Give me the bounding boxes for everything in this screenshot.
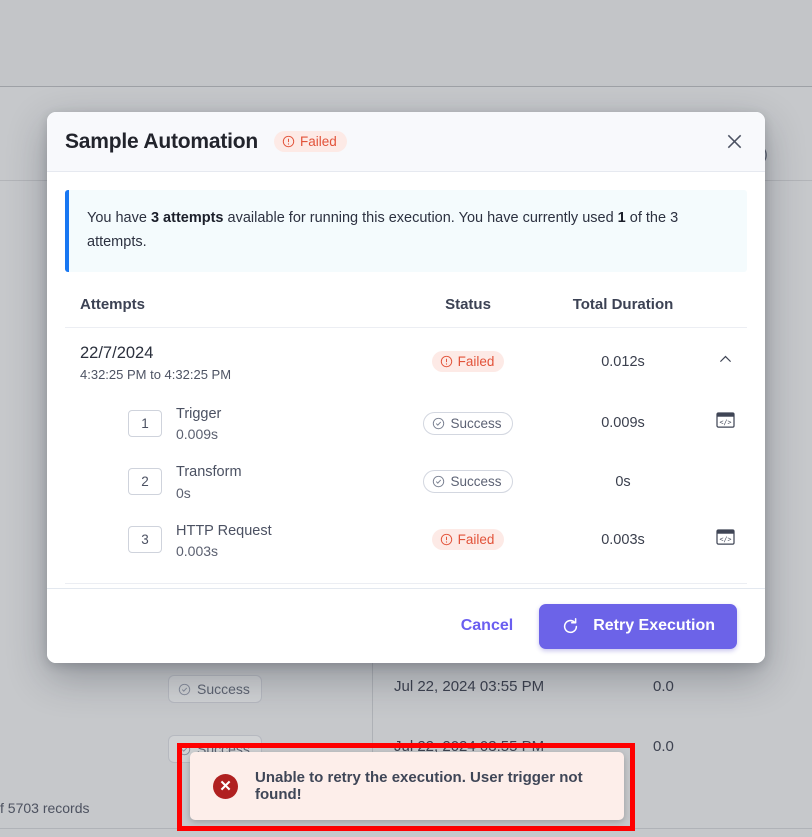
status-badge: Failed xyxy=(431,528,505,550)
attempt-date: 22/7/2024 xyxy=(80,343,154,362)
alert-circle-icon xyxy=(440,533,452,546)
attempt-info: 22/7/2024 4:32:25 PM to 4:32:25 PM xyxy=(80,342,393,382)
step-duration: 0s xyxy=(615,473,631,490)
info-banner: You have 3 attempts available for runnin… xyxy=(65,190,747,272)
step-name: Trigger xyxy=(176,406,222,423)
background-record-count: f 5703 records xyxy=(0,800,90,816)
status-badge-label: Failed xyxy=(300,134,337,149)
background-value: 0.0 xyxy=(653,678,674,695)
step-number: 2 xyxy=(128,468,162,496)
body-divider xyxy=(65,583,747,584)
step-text: HTTP Request 0.003s xyxy=(176,521,272,559)
attempt-expand-toggle[interactable] xyxy=(703,351,747,373)
step-text: Trigger 0.009s xyxy=(176,404,221,442)
status-badge-label: Success xyxy=(450,474,502,490)
retry-execution-button[interactable]: Retry Execution xyxy=(539,603,737,649)
error-circle-icon: ✕ xyxy=(213,773,238,799)
step-action-cell[interactable]: </> xyxy=(703,412,747,434)
attempt-row[interactable]: 22/7/2024 4:32:25 PM to 4:32:25 PM Faile… xyxy=(65,328,747,394)
step-number: 3 xyxy=(128,526,162,554)
step-name: Transform xyxy=(176,464,242,481)
modal-footer: Cancel Retry Execution xyxy=(47,588,765,663)
step-inline-duration: 0.009s xyxy=(176,426,219,443)
code-window-icon: </> xyxy=(715,412,735,428)
code-window-icon: </> xyxy=(715,529,735,545)
background-date: Jul 22, 2024 03:55 PM xyxy=(394,678,545,695)
status-badge-label: Failed xyxy=(457,531,495,547)
modal-header: Sample Automation Failed xyxy=(47,112,765,172)
code-icon[interactable]: </> xyxy=(715,412,735,429)
step-action-cell[interactable]: </> xyxy=(703,529,747,551)
step-inline-duration: 0.003s xyxy=(176,543,219,559)
error-toast: ✕ Unable to retry the execution. User tr… xyxy=(190,752,624,820)
status-badge: Failed xyxy=(431,350,505,372)
modal-body: You have 3 attempts available for runnin… xyxy=(47,172,765,588)
background-value: 0.0 xyxy=(653,738,674,755)
background-top-band xyxy=(0,0,812,86)
check-circle-icon xyxy=(433,475,445,488)
step-row[interactable]: 1 Trigger 0.009s Success 0.009s </> xyxy=(65,394,747,452)
background-divider-top xyxy=(0,86,812,87)
alert-circle-icon xyxy=(282,135,295,148)
background-table-row: Success Jul 22, 2024 03:55 PM 0.0 xyxy=(0,655,812,715)
code-icon[interactable]: </> xyxy=(715,529,735,546)
retry-execution-label: Retry Execution xyxy=(593,617,715,634)
info-banner-prefix: You have xyxy=(87,210,151,226)
step-number: 1 xyxy=(128,409,162,437)
chevron-up-icon xyxy=(719,355,731,363)
background-status-label: Success xyxy=(197,681,250,697)
step-status-cell: Success xyxy=(393,470,543,494)
step-info: 1 Trigger 0.009s xyxy=(80,404,393,442)
attempt-status-cell: Failed xyxy=(393,350,543,373)
svg-text:</>: </> xyxy=(719,419,731,427)
info-banner-middle: available for running this execution. Yo… xyxy=(223,210,618,226)
step-inline-duration: 0s xyxy=(176,484,191,501)
step-name: HTTP Request xyxy=(176,522,272,539)
refresh-icon xyxy=(564,617,578,633)
page-title: Sample Automation xyxy=(65,129,259,153)
close-icon[interactable] xyxy=(721,129,747,155)
execution-attempts-modal: Sample Automation Failed You have 3 atte… xyxy=(47,112,765,663)
info-banner-attempts-used: 1 xyxy=(617,210,626,226)
column-header-status: Status xyxy=(445,295,491,313)
step-info: 2 Transform 0s xyxy=(80,462,393,501)
step-row[interactable]: 2 Transform 0s Success 0s xyxy=(65,452,747,510)
attempts-table-header: Attempts Status Total Duration xyxy=(65,290,747,328)
cancel-button[interactable]: Cancel xyxy=(461,617,513,635)
check-circle-icon xyxy=(178,683,191,695)
alert-circle-icon xyxy=(440,355,452,368)
step-row[interactable]: 3 HTTP Request 0.003s Failed 0.003s </> xyxy=(65,511,747,569)
step-duration: 0.003s xyxy=(601,531,645,548)
status-badge-label: Failed xyxy=(457,353,495,369)
svg-text:</>: </> xyxy=(719,535,731,543)
status-badge: Success xyxy=(423,411,513,435)
error-toast-message: Unable to retry the execution. User trig… xyxy=(255,769,583,803)
step-info: 3 HTTP Request 0.003s xyxy=(80,521,393,559)
step-status-cell: Failed xyxy=(393,528,543,551)
column-header-attempts: Attempts xyxy=(80,295,146,313)
check-circle-icon xyxy=(433,417,445,429)
step-duration: 0.009s xyxy=(601,415,645,432)
background-status-badge: Success xyxy=(168,675,262,703)
attempt-duration: 0.012s xyxy=(601,353,645,370)
step-status-cell: Success xyxy=(393,411,543,435)
info-banner-attempts-total: 3 attempts xyxy=(150,210,224,226)
close-icon-glyph xyxy=(727,134,741,149)
attempt-time-range: 4:32:25 PM to 4:32:25 PM xyxy=(80,367,232,383)
status-badge: Success xyxy=(423,470,513,494)
status-badge: Failed xyxy=(274,131,347,152)
status-badge-label: Success xyxy=(450,415,502,431)
column-header-duration: Total Duration xyxy=(572,295,674,313)
step-text: Transform 0s xyxy=(176,462,242,500)
